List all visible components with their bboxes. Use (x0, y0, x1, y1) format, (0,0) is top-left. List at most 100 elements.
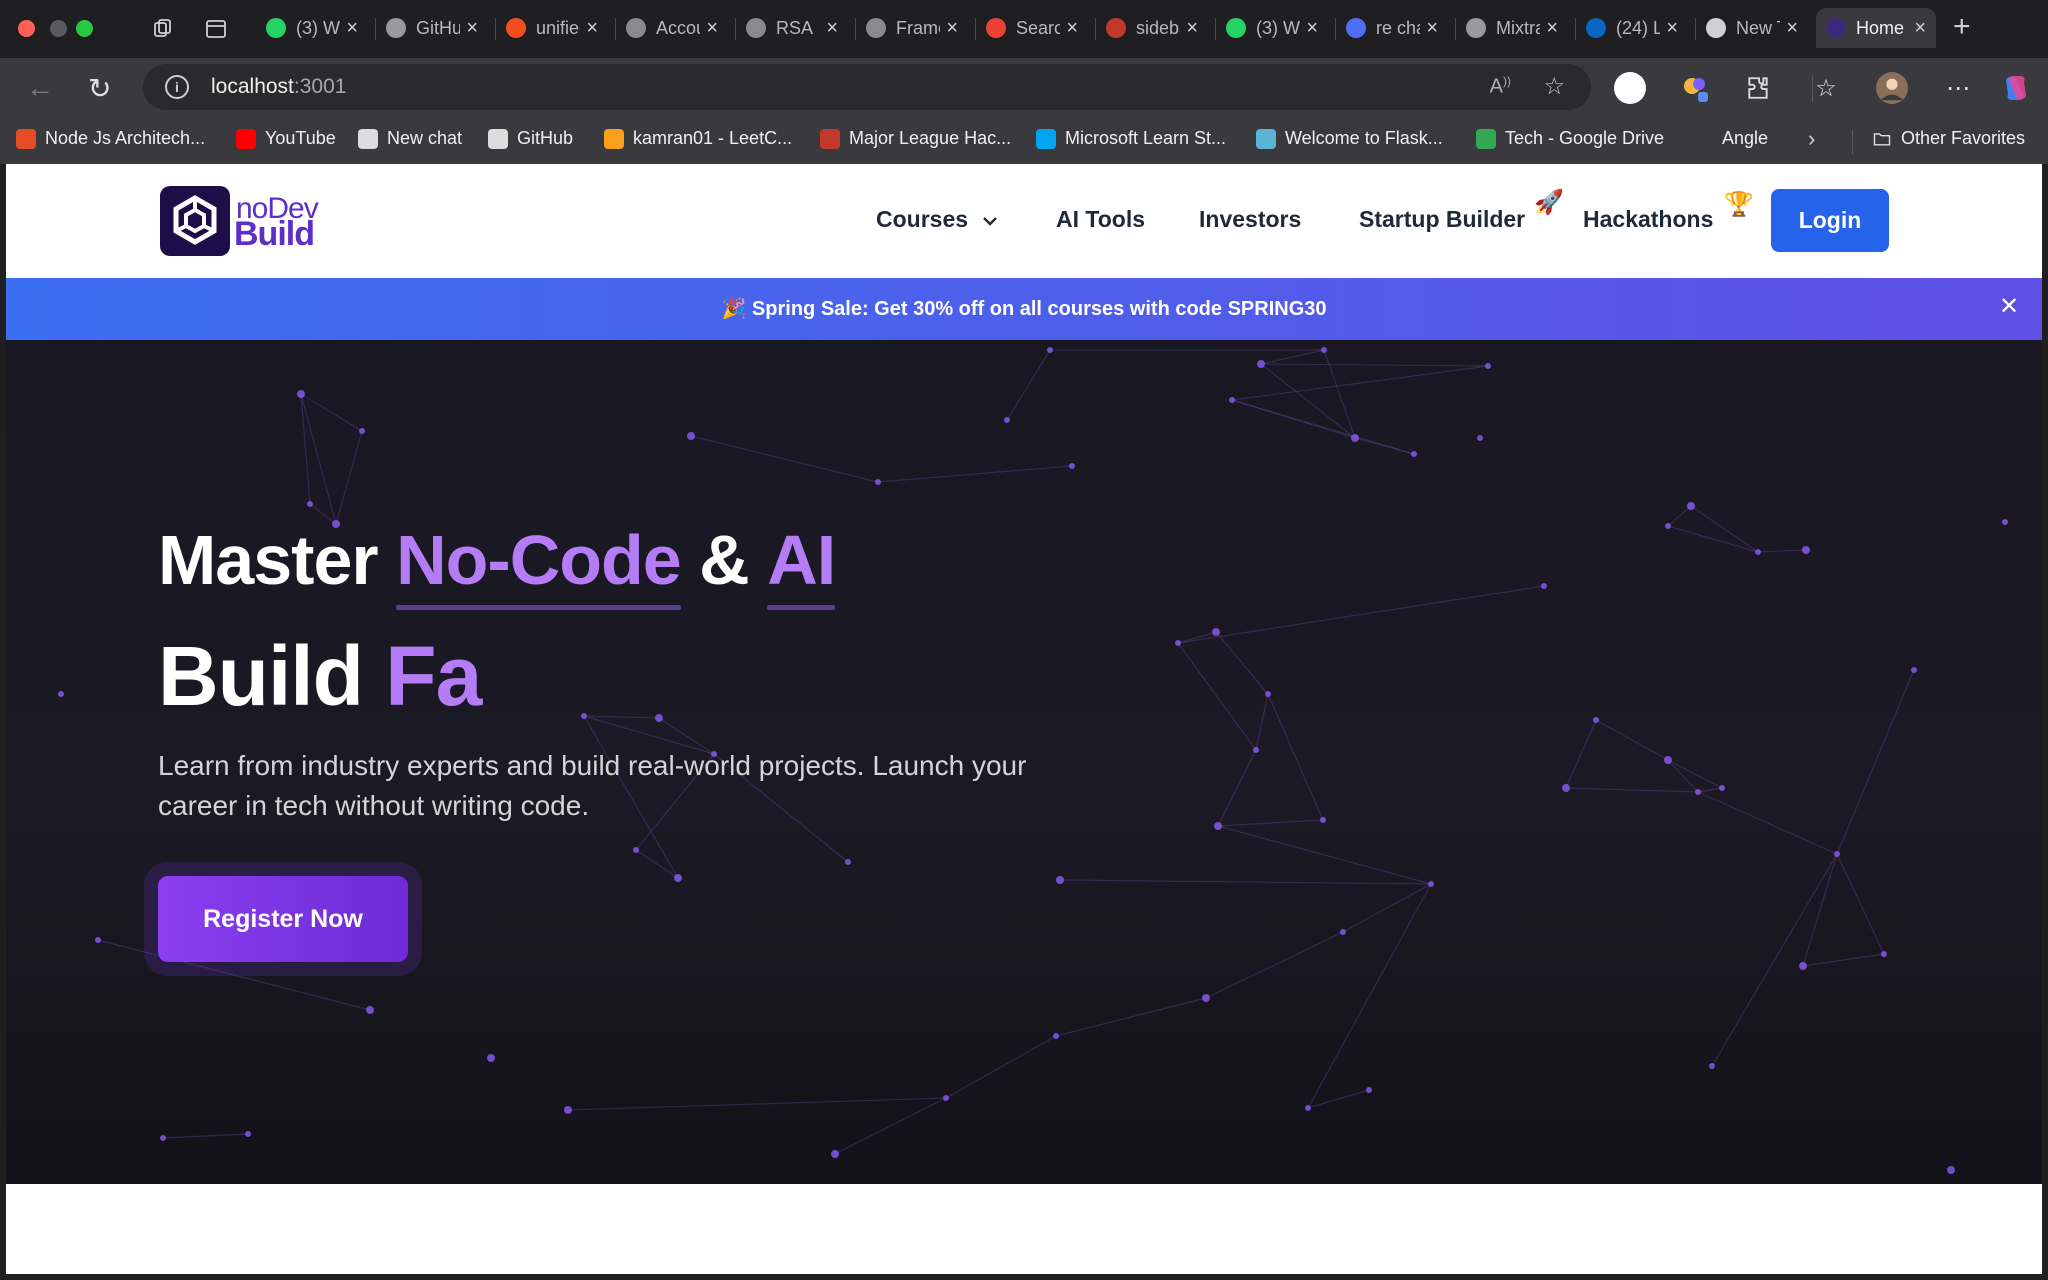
copilot-icon[interactable] (2000, 72, 2032, 104)
bookmark-item[interactable]: Major League Hac... (820, 128, 1011, 149)
network-link (1667, 759, 1723, 789)
tab-close-icon[interactable]: × (706, 17, 718, 40)
more-menu-icon[interactable]: ⋯ (1942, 72, 1974, 104)
address-bar[interactable]: i localhost:3001 A)) ☆ (143, 64, 1591, 110)
browser-tab[interactable]: Search× (976, 8, 1088, 48)
tab-close-icon[interactable]: × (1306, 17, 1318, 40)
network-link (1267, 693, 1324, 821)
bookmark-item[interactable]: YouTube (236, 128, 336, 149)
bookmark-item[interactable]: kamran01 - LeetC... (604, 128, 792, 149)
network-link (162, 1133, 249, 1139)
bookmark-item[interactable]: Tech - Google Drive (1476, 128, 1664, 149)
network-link (1006, 349, 1051, 421)
tab-separator (1095, 18, 1096, 40)
extensions-icon[interactable] (1742, 72, 1774, 104)
tab-close-icon[interactable]: × (586, 17, 598, 40)
network-link (1217, 825, 1432, 885)
back-icon[interactable]: ← (26, 72, 54, 104)
trophy-icon: 🏆 (1724, 191, 1754, 218)
browser-tab[interactable]: Account × (616, 8, 728, 48)
nav-courses[interactable]: Courses (876, 206, 998, 233)
nav-startup-builder[interactable]: Startup Builder (1359, 206, 1525, 233)
browser-tab[interactable]: (24) LinkedIn× (1576, 8, 1688, 48)
tab-close-icon[interactable]: × (946, 17, 958, 40)
browser-tab[interactable]: New Tab × (1696, 8, 1808, 48)
tab-actions-icon[interactable] (204, 17, 228, 41)
below-hero-section (6, 1184, 2042, 1274)
network-node (487, 1054, 495, 1062)
other-favorites-folder[interactable]: Other Favorites (1872, 128, 2025, 149)
register-now-button[interactable]: Register Now (158, 876, 408, 962)
tab-close-icon[interactable]: × (826, 17, 838, 40)
window-minimize-button[interactable] (50, 20, 67, 37)
browser-tab-label: Home (1856, 17, 1905, 38)
workspaces-icon[interactable] (152, 17, 176, 41)
network-node (1229, 397, 1235, 403)
bookmarks-overflow-chevron-icon[interactable]: › (1808, 126, 1815, 152)
site-info-icon[interactable]: i (165, 75, 189, 99)
tab-close-icon[interactable]: × (1666, 17, 1678, 40)
window-zoom-button[interactable] (76, 20, 93, 37)
nav-investors[interactable]: Investors (1199, 206, 1301, 233)
loading-icon (1106, 18, 1126, 38)
tab-close-icon[interactable]: × (1546, 17, 1558, 40)
hero-heading-line2: Build Fa (158, 628, 482, 725)
network-node (1265, 691, 1271, 697)
network-link (1565, 719, 1597, 789)
browser-tab[interactable]: RSA × (736, 8, 848, 48)
url-text[interactable]: localhost:3001 (211, 75, 346, 99)
bookmark-item[interactable]: Welcome to Flask... (1256, 128, 1443, 149)
favorites-icon[interactable]: ☆ (1810, 72, 1842, 104)
tab-close-icon[interactable]: × (346, 17, 358, 40)
tab-close-icon[interactable]: × (1914, 17, 1926, 40)
tab-close-icon[interactable]: × (1426, 17, 1438, 40)
browser-tab[interactable]: re chat × (1336, 8, 1448, 48)
network-node (297, 390, 305, 398)
nav-ai-tools[interactable]: AI Tools (1056, 206, 1145, 233)
bookmark-item[interactable]: GitHub (488, 128, 573, 149)
login-button[interactable]: Login (1771, 189, 1889, 252)
logo-text-build[interactable]: Build (234, 215, 315, 254)
nodev-logo-mark[interactable] (160, 186, 230, 256)
browser-tab[interactable]: sidebar × (1096, 8, 1208, 48)
new-tab-button[interactable]: + (1953, 10, 1971, 44)
network-node (674, 874, 682, 882)
browser-tab-label: unified (536, 17, 580, 38)
browser-tab[interactable]: (3) WhatsApp × (1216, 8, 1328, 48)
tab-close-icon[interactable]: × (1186, 17, 1198, 40)
nav-hackathons[interactable]: Hackathons (1583, 206, 1713, 233)
bookmark-favicon-icon (358, 128, 378, 149)
bookmark-favicon-icon (1036, 128, 1056, 149)
bookmark-item[interactable]: Angle (1722, 128, 1768, 149)
browser-tab[interactable]: (3) WhatsApp × (256, 8, 368, 48)
promo-close-icon[interactable]: ✕ (1999, 292, 2019, 321)
hero-heading-build: Build (158, 629, 386, 723)
tab-close-icon[interactable]: × (1786, 17, 1798, 40)
bookmark-item[interactable]: Microsoft Learn St... (1036, 128, 1226, 149)
gmail-icon (986, 18, 1006, 38)
tab-close-icon[interactable]: × (466, 17, 478, 40)
browser-tab[interactable]: unified × (496, 8, 608, 48)
tab-separator (1455, 18, 1456, 40)
bookmark-label: Microsoft Learn St... (1065, 128, 1227, 148)
tab-close-icon[interactable]: × (1066, 17, 1078, 40)
favorite-star-icon[interactable]: ☆ (1543, 72, 1565, 101)
browser-tab[interactable]: Mixtral× (1456, 8, 1568, 48)
browser-tab[interactable]: Home × (1816, 8, 1936, 48)
window-close-button[interactable] (18, 20, 35, 37)
user-avatar-icon[interactable] (1876, 72, 1908, 104)
refresh-icon[interactable]: ↻ (88, 72, 111, 105)
browser-tab[interactable]: Framer × (856, 8, 968, 48)
bookmark-item[interactable]: Node Js Architech... (16, 128, 205, 149)
extension-colorful-icon[interactable] (1680, 72, 1712, 104)
network-link (583, 715, 660, 719)
browser-tab[interactable]: GitHub× (376, 8, 488, 48)
network-node (1541, 583, 1547, 589)
bookmark-item[interactable]: New chat (358, 128, 462, 149)
network-link (1323, 349, 1356, 439)
profile-circle-icon[interactable] (1614, 72, 1646, 104)
browser-tab-label: New Tab (1736, 17, 1780, 38)
network-node (1069, 463, 1075, 469)
nodev-icon (1826, 18, 1846, 38)
read-aloud-icon[interactable]: A)) (1490, 74, 1511, 99)
